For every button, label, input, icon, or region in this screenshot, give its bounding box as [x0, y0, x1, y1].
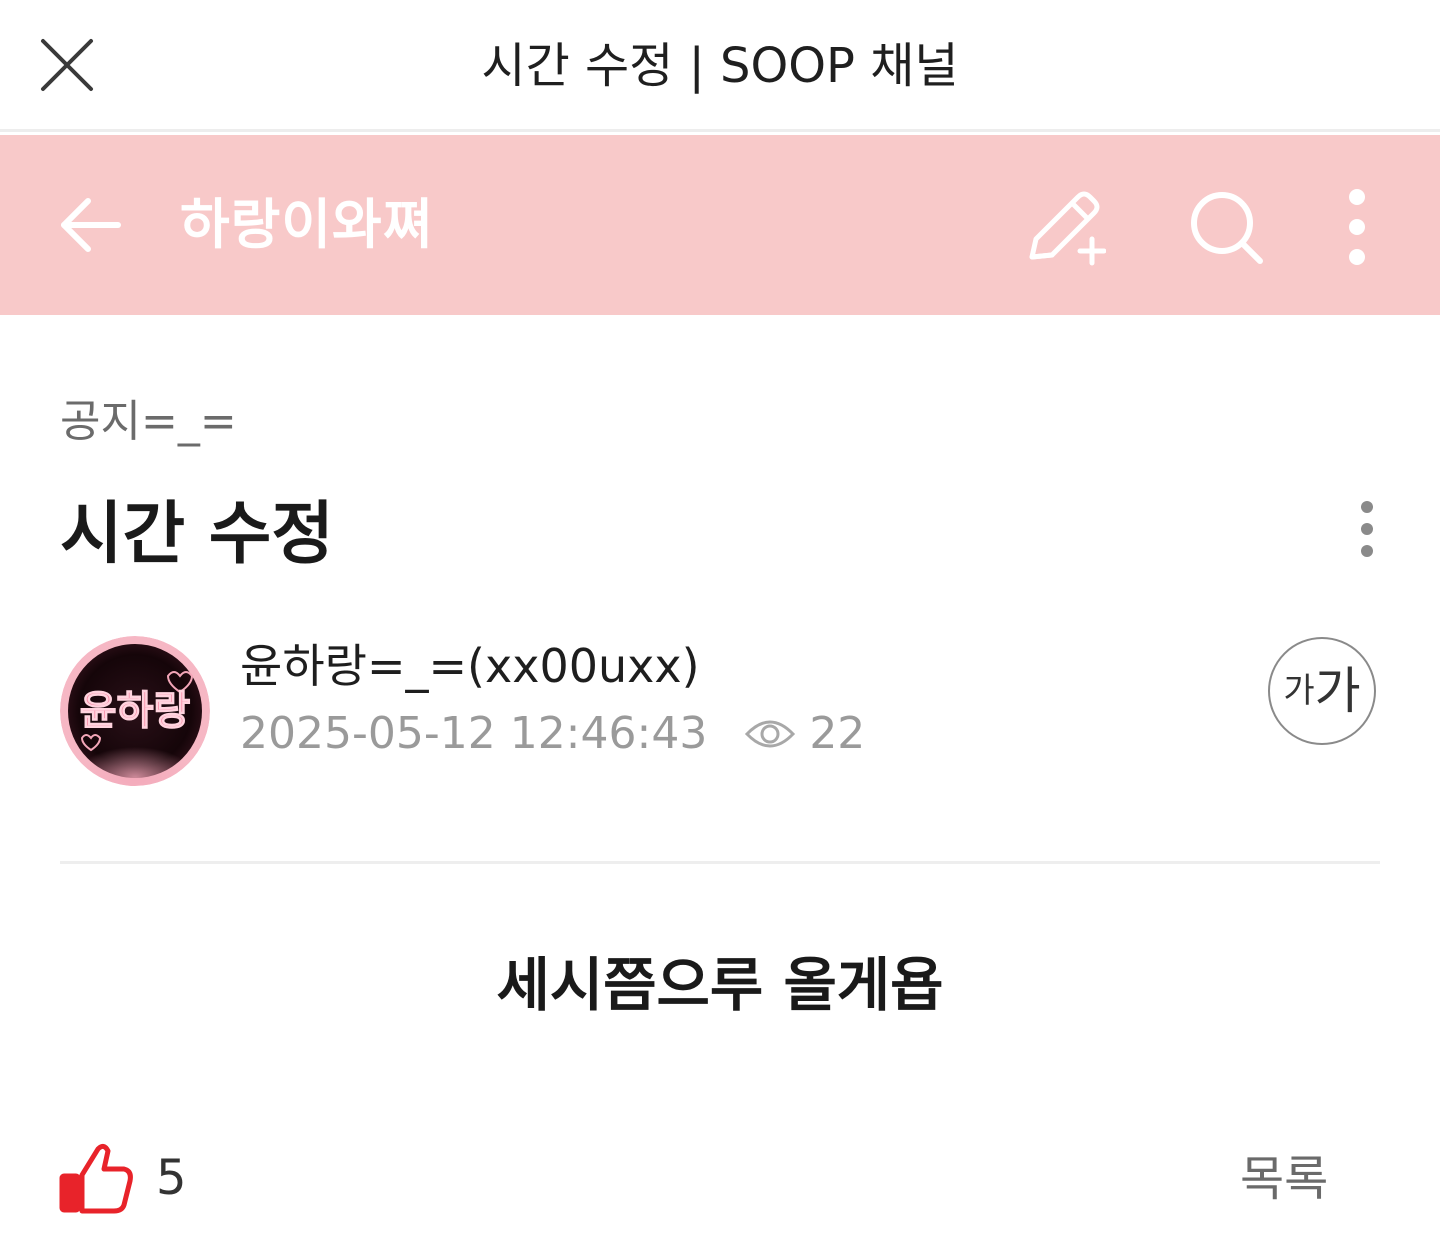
channel-title[interactable]: 하랑이와쪄 — [180, 135, 433, 315]
post-more-button[interactable] — [1335, 494, 1399, 564]
post-body: 세시쯤으루 올게욥 — [496, 951, 944, 1019]
avatar-image: 윤하랑 — [60, 636, 210, 786]
browser-top-bar: 시간 수정 | SOOP 채널 — [0, 0, 1440, 132]
eye-icon — [745, 720, 796, 748]
view-count: 22 — [809, 708, 866, 759]
font-size-button[interactable]: 가가 — [1268, 637, 1376, 745]
author-avatar[interactable]: 윤하랑 — [60, 636, 210, 786]
browser-page-title: 시간 수정 | SOOP 채널 — [481, 38, 959, 94]
write-pencil-icon — [1029, 191, 1106, 266]
post-title: 시간 수정 — [60, 495, 334, 574]
post-category[interactable]: 공지=_= — [60, 392, 237, 452]
post-date: 2025-05-12 12:46:43 — [240, 708, 708, 759]
write-post-button[interactable] — [1022, 185, 1106, 269]
back-arrow-icon — [61, 198, 121, 252]
page: 시간 수정 | SOOP 채널 하랑이와쪄 공지=_= 시간 수정 윤하랑 윤하… — [0, 0, 1440, 1256]
like-count: 5 — [156, 1150, 187, 1206]
font-size-big-label: 가 — [1314, 662, 1361, 720]
view-icon-wrap — [745, 716, 796, 752]
list-button[interactable]: 목록 — [1240, 1146, 1328, 1212]
more-vertical-icon — [1361, 501, 1373, 557]
like-button[interactable]: 5 — [58, 1138, 187, 1218]
post-meta: 2025-05-12 12:46:43 22 — [240, 704, 865, 764]
search-button[interactable] — [1184, 185, 1268, 269]
thumbs-up-icon — [59, 1143, 133, 1214]
author-name[interactable]: 윤하랑=_=(xx00uxx) — [240, 636, 700, 696]
channel-header: 하랑이와쪄 — [0, 135, 1440, 315]
font-size-small-label: 가 — [1283, 671, 1315, 711]
back-button[interactable] — [48, 185, 132, 265]
more-vertical-icon — [1349, 189, 1365, 265]
avatar-text: 윤하랑 — [80, 688, 191, 734]
header-more-button[interactable] — [1315, 185, 1399, 269]
search-icon — [1191, 192, 1263, 264]
content-divider — [60, 861, 1380, 864]
close-icon — [41, 39, 93, 91]
close-button[interactable] — [30, 28, 104, 102]
